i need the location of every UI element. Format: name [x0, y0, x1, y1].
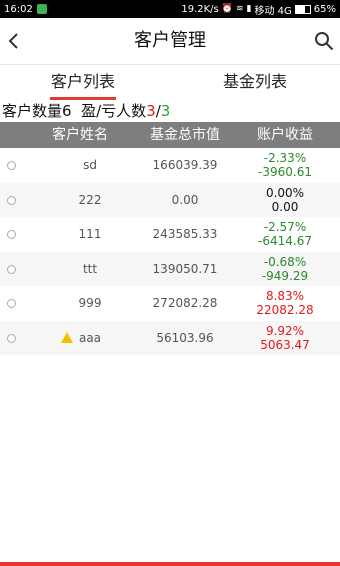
table-row[interactable]: 111 243585.33 -2.57% -6414.67 [0, 217, 340, 252]
account-income: -2.33% -3960.61 [235, 151, 335, 179]
income-percent: -0.68% [263, 254, 307, 269]
account-income: 0.00% 0.00 [235, 186, 335, 214]
income-amount: -6414.67 [258, 234, 312, 248]
account-income: -2.57% -6414.67 [235, 220, 335, 248]
bottom-accent-bar [0, 562, 340, 566]
tab-customer-list[interactable]: 客户列表 [48, 64, 118, 100]
account-income: 8.83% 22082.28 [235, 289, 335, 317]
customer-summary: 客户数量6 盈/亏人数3/3 [2, 100, 170, 122]
income-percent: 8.83% [265, 289, 305, 303]
income-percent: 0.00% [265, 185, 305, 200]
table-row[interactable]: 222 0.00 0.00% 0.00 [0, 182, 340, 217]
header: 客户管理 [0, 18, 340, 65]
battery-percent: 65% [313, 3, 336, 15]
income-amount: 0.00 [271, 199, 299, 214]
battery-icon [294, 4, 311, 14]
header-account-income: 账户收益 [257, 127, 313, 143]
row-select-radio[interactable] [7, 161, 16, 170]
chevron-left-icon[interactable] [6, 32, 24, 50]
table-row[interactable]: ttt 139050.71 -0.68% -949.29 [0, 251, 340, 286]
wifi-icon: ≋ [235, 4, 244, 14]
customer-count: 6 [62, 102, 72, 120]
customer-count-label: 客户数量 [2, 102, 63, 120]
search-icon[interactable] [314, 31, 334, 51]
row-select-radio[interactable] [7, 230, 16, 239]
row-select-radio[interactable] [7, 264, 16, 274]
row-select-radio[interactable] [7, 299, 16, 308]
fund-market-value: 243585.33 [152, 227, 218, 241]
fund-market-value: 272082.28 [152, 296, 218, 310]
income-percent: -2.57% [263, 220, 307, 234]
table-row[interactable]: sd 166039.39 -2.33% -3960.61 [0, 148, 340, 183]
account-income: 9.92% 5063.47 [235, 324, 335, 352]
fund-market-value: 0.00 [171, 192, 199, 207]
income-amount: -949.29 [261, 268, 309, 283]
income-percent: -2.33% [263, 151, 307, 165]
tab-fund-list[interactable]: 基金列表 [220, 64, 290, 100]
row-select-radio[interactable] [7, 195, 16, 205]
loss-count: 3 [146, 102, 156, 120]
fund-market-value: 166039.39 [152, 158, 218, 172]
income-percent: 9.92% [265, 323, 305, 338]
customer-table: 客户姓名 基金总市值 账户收益 sd 166039.39 -2.33% -3960.6… [0, 122, 340, 355]
fund-market-value: 56103.96 [156, 330, 214, 345]
gain-count: 3 [160, 102, 171, 120]
table-row[interactable]: aaa 56103.96 9.92% 5063.47 [0, 320, 340, 355]
fund-market-value: 139050.71 [152, 261, 218, 276]
income-amount: 22082.28 [256, 303, 314, 317]
row-select-radio[interactable] [7, 333, 16, 343]
income-amount: 5063.47 [260, 337, 310, 352]
network-speed: 19.2K/s [181, 3, 219, 15]
profit-loss-label: 盈/亏人数 [81, 102, 147, 120]
header-fund-value: 基金总市值 [150, 127, 220, 143]
carrier-label: 移动 4G [254, 5, 292, 17]
alarm-icon: ⏰ [221, 4, 233, 14]
income-amount: -3960.61 [258, 165, 312, 179]
status-bar: 16:02 19.2K/s ⏰ ≋ ▮ 移动 4G 65% [0, 0, 340, 18]
signal-icon: ▮ [246, 4, 252, 14]
tab-bar: 客户列表 基金列表 [0, 64, 340, 100]
page-title: 客户管理 [134, 30, 206, 51]
header-customer-name: 客户姓名 [52, 127, 108, 143]
wechat-notification-icon [36, 4, 47, 14]
table-row[interactable]: 999 272082.28 8.83% 22082.28 [0, 286, 340, 321]
account-income: -0.68% -949.29 [235, 255, 335, 283]
status-time: 16:02 [4, 3, 33, 15]
table-header: 客户姓名 基金总市值 账户收益 [0, 122, 340, 148]
